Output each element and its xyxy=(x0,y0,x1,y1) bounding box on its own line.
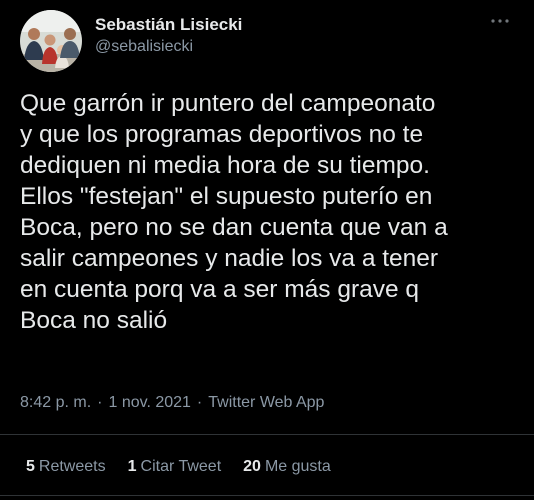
meta-separator: · xyxy=(97,394,103,411)
author-block: Sebastián Lisiecki @sebalisiecki xyxy=(95,14,242,58)
quote-tweets-count: 1 xyxy=(127,458,137,475)
tweet-text-line: Que garrón ir puntero del campeonato xyxy=(20,90,436,117)
quote-tweets-label: Citar Tweet xyxy=(140,458,222,475)
tweet-text-line: Ellos "festejan" el supuesto puterío en xyxy=(20,183,433,210)
divider xyxy=(0,495,534,496)
tweet-time[interactable]: 8:42 p. m. xyxy=(20,394,91,411)
tweet-detail: Sebastián Lisiecki @sebalisiecki Que gar… xyxy=(0,0,534,500)
retweets-count: 5 xyxy=(26,458,35,475)
more-options-icon xyxy=(491,19,509,23)
avatar[interactable] xyxy=(20,10,82,72)
likes-label: Me gusta xyxy=(264,458,331,475)
tweet-metadata: 8:42 p. m. · 1 nov. 2021 · Twitter Web App xyxy=(20,392,324,414)
likes-count: 20 xyxy=(243,458,261,475)
tweet-text-line: y que los programas deportivos no te xyxy=(20,121,424,148)
tweet-text-line: en cuenta porq va a ser más grave q xyxy=(20,276,420,303)
tweet-text: Que garrón ir puntero del campeonato y q… xyxy=(20,88,520,336)
author-handle[interactable]: @sebalisiecki xyxy=(95,36,242,58)
more-options-button[interactable] xyxy=(488,14,512,28)
tweet-text-line: salir campeones y nadie los va a tener xyxy=(20,245,439,272)
engagement-stats: 5 Retweets 1 Citar Tweet 20 Me gusta xyxy=(26,456,353,478)
tweet-date[interactable]: 1 nov. 2021 xyxy=(108,394,190,411)
author-display-name[interactable]: Sebastián Lisiecki xyxy=(95,14,242,36)
retweets-stat[interactable]: 5 Retweets xyxy=(26,456,106,478)
profile-photo-icon xyxy=(20,10,82,72)
tweet-text-line: Boca no salió xyxy=(20,307,168,334)
retweets-label: Retweets xyxy=(38,458,106,475)
quote-tweets-stat[interactable]: 1 Citar Tweet xyxy=(128,456,222,478)
tweet-text-line: Boca, pero no se dan cuenta que van a xyxy=(20,214,448,241)
divider xyxy=(0,434,534,435)
tweet-text-line: dediquen ni media hora de su tiempo. xyxy=(20,152,430,179)
tweet-source[interactable]: Twitter Web App xyxy=(208,394,324,411)
meta-separator: · xyxy=(196,394,203,411)
likes-stat[interactable]: 20 Me gusta xyxy=(243,456,331,478)
